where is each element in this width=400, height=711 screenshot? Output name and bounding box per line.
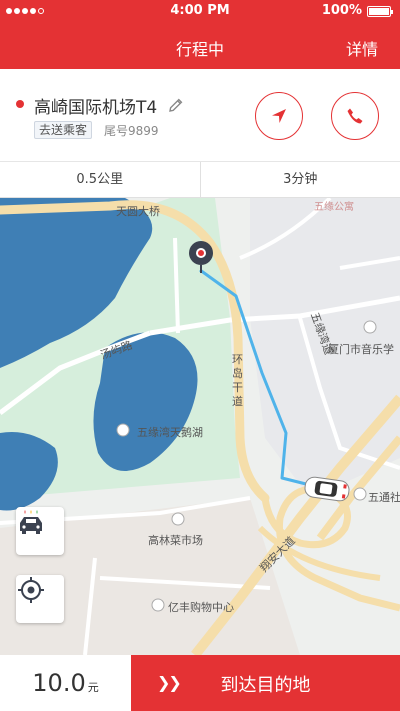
distance-value: 0.5公里 — [76, 172, 124, 187]
map-label-tianyuan-bridge: 天圆大桥 — [116, 205, 160, 218]
duration-value: 3分钟 — [199, 162, 400, 197]
trip-info-card: 高崎国际机场T4 去送乘客 尾号9899 — [0, 69, 400, 162]
status-bar: 4:00 PM 100% — [0, 0, 400, 22]
destination-name: 高崎国际机场T4 — [34, 98, 158, 118]
destination-dot-icon — [16, 100, 24, 108]
arrive-destination-label: 到达目的地 — [220, 675, 311, 696]
fare-amount: 10.0 — [32, 669, 86, 697]
destination-pin-icon — [189, 241, 213, 273]
battery-icon — [367, 6, 393, 17]
bottom-action-bar: 10.0 元 ❯❯ 到达目的地 — [0, 655, 400, 711]
map-view[interactable]: 天圆大桥 五缘公寓 五缘湾道 厦门市音乐学 汤屿路 环岛干道 五缘湾天鹅湖 五通… — [0, 198, 400, 655]
traffic-toggle-button[interactable] — [16, 507, 64, 555]
details-button[interactable]: 详情 — [346, 36, 378, 60]
plate-number: 尾号9899 — [104, 124, 159, 138]
call-button[interactable] — [331, 92, 379, 140]
arrive-destination-button[interactable]: ❯❯ 到达目的地 — [131, 655, 400, 711]
battery-percentage: 100% — [321, 3, 362, 18]
map-label-wuyuan-apartment: 五缘公寓 — [314, 202, 354, 213]
map-label-music-school: 厦门市音乐学 — [328, 343, 394, 356]
map-label-huandao-road: 环岛干道 — [232, 353, 243, 408]
page-title: 行程中 — [175, 40, 224, 59]
map-label-gaolin-market: 高林菜市场 — [148, 534, 203, 547]
navigation-arrow-icon — [272, 109, 286, 123]
map-label-swan-lake: 五缘湾天鹅湖 — [137, 426, 203, 439]
map-label-yifeng-mall: 亿丰购物中心 — [168, 601, 234, 614]
phone-icon — [347, 108, 363, 124]
trip-stats-bar: 0.5公里 3分钟 — [0, 162, 400, 198]
navigate-button[interactable] — [255, 92, 303, 140]
header-bar: 4:00 PM 100% 行程中 详情 — [0, 0, 400, 69]
fare-display: 10.0 元 — [0, 655, 131, 711]
locate-me-button[interactable] — [16, 575, 64, 623]
car-traffic-icon — [20, 510, 42, 534]
edit-pencil-icon[interactable] — [168, 97, 184, 113]
locate-crosshair-icon — [18, 577, 44, 603]
fare-unit: 元 — [87, 681, 99, 694]
map-label-wutong: 五通社 — [368, 491, 400, 504]
trip-type-tag: 去送乘客 — [34, 121, 93, 139]
